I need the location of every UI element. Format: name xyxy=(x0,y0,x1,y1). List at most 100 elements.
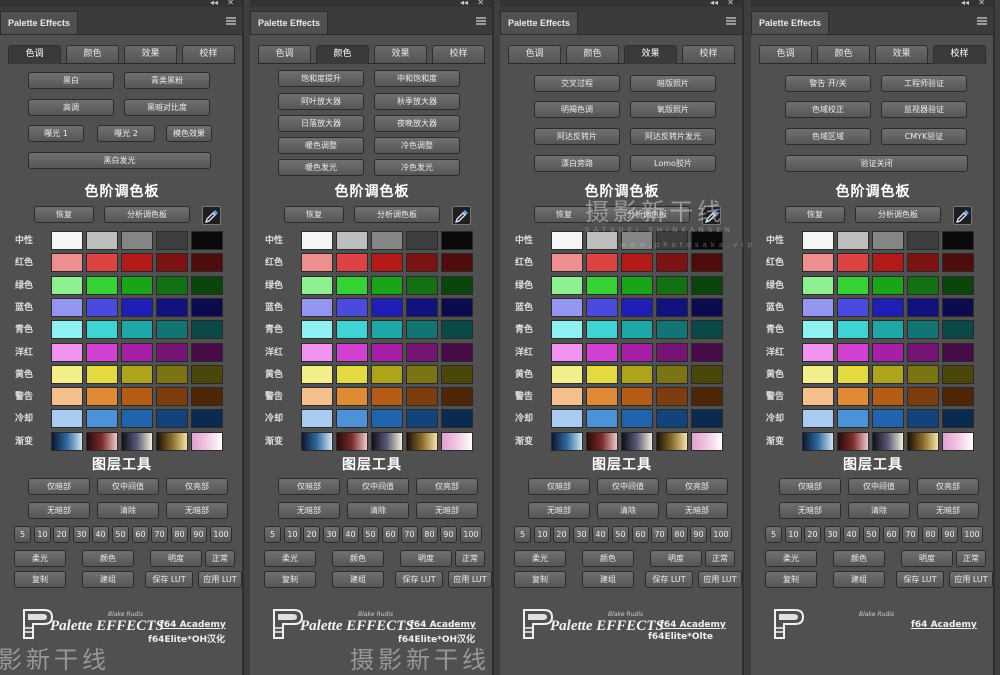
color-swatch[interactable] xyxy=(336,409,368,428)
color-swatch[interactable] xyxy=(441,409,473,428)
color-swatch[interactable] xyxy=(621,387,653,406)
color-swatch[interactable] xyxy=(837,387,869,406)
color-swatch[interactable] xyxy=(191,298,223,317)
color-swatch[interactable] xyxy=(51,276,83,295)
tab-2[interactable]: 效果 xyxy=(875,45,928,63)
tab-0[interactable]: 色调 xyxy=(8,45,61,64)
color-swatch[interactable] xyxy=(691,387,723,406)
color-swatch[interactable] xyxy=(942,387,974,406)
restore-button[interactable]: 恢复 xyxy=(785,206,845,223)
color-swatch[interactable] xyxy=(406,276,438,295)
preset-button[interactable]: 色域校正 xyxy=(785,101,871,118)
panel-title-tab[interactable]: Palette Effects xyxy=(751,11,830,34)
action-button[interactable]: 复制 xyxy=(765,571,817,588)
color-swatch[interactable] xyxy=(121,365,153,384)
opacity-button[interactable]: 5 xyxy=(765,526,782,543)
opacity-button[interactable]: 80 xyxy=(421,526,438,543)
color-swatch[interactable] xyxy=(336,231,368,250)
opacity-button[interactable]: 20 xyxy=(53,526,70,543)
color-swatch[interactable] xyxy=(441,253,473,272)
color-swatch[interactable] xyxy=(942,298,974,317)
color-swatch[interactable] xyxy=(691,343,723,362)
blend-mode-button[interactable]: 颜色 xyxy=(332,550,384,567)
color-swatch[interactable] xyxy=(191,387,223,406)
action-button[interactable]: 保存 LUT xyxy=(896,571,944,588)
blend-mode-button[interactable]: 正常 xyxy=(956,550,986,567)
color-swatch[interactable] xyxy=(621,409,653,428)
opacity-button[interactable]: 80 xyxy=(171,526,188,543)
color-swatch[interactable] xyxy=(121,253,153,272)
opacity-button[interactable]: 60 xyxy=(632,526,649,543)
color-swatch[interactable] xyxy=(802,343,834,362)
opacity-button[interactable]: 30 xyxy=(573,526,590,543)
color-swatch[interactable] xyxy=(336,387,368,406)
opacity-button[interactable]: 70 xyxy=(151,526,168,543)
color-swatch[interactable] xyxy=(872,343,904,362)
color-swatch[interactable] xyxy=(551,276,583,295)
layer-button[interactable]: 无暗部 xyxy=(166,502,228,519)
panel-title-tab[interactable]: Palette Effects xyxy=(250,11,329,34)
opacity-button[interactable]: 20 xyxy=(553,526,570,543)
action-button[interactable]: 建组 xyxy=(332,571,384,588)
layer-button[interactable]: 无暗部 xyxy=(416,502,478,519)
color-swatch[interactable] xyxy=(51,343,83,362)
color-swatch[interactable] xyxy=(802,298,834,317)
preset-button[interactable]: 秋季放大器 xyxy=(374,93,460,110)
color-swatch[interactable] xyxy=(586,253,618,272)
opacity-button[interactable]: 80 xyxy=(922,526,939,543)
action-button[interactable]: 应用 LUT xyxy=(198,571,242,588)
color-swatch[interactable] xyxy=(156,409,188,428)
color-swatch[interactable] xyxy=(551,231,583,250)
color-swatch[interactable] xyxy=(86,298,118,317)
color-swatch[interactable] xyxy=(371,365,403,384)
color-swatch[interactable] xyxy=(156,365,188,384)
color-swatch[interactable] xyxy=(837,231,869,250)
color-swatch[interactable] xyxy=(191,276,223,295)
preset-button[interactable]: 色域区域 xyxy=(785,128,871,145)
color-swatch[interactable] xyxy=(156,432,188,451)
color-swatch[interactable] xyxy=(586,298,618,317)
color-swatch[interactable] xyxy=(191,432,223,451)
color-swatch[interactable] xyxy=(907,298,939,317)
opacity-button[interactable]: 30 xyxy=(73,526,90,543)
preset-button[interactable]: 青类黑粉 xyxy=(124,72,210,89)
layer-button[interactable]: 无暗部 xyxy=(779,502,841,519)
blend-mode-button[interactable]: 柔光 xyxy=(765,550,817,567)
color-swatch[interactable] xyxy=(621,276,653,295)
color-swatch[interactable] xyxy=(872,276,904,295)
analyze-palette-button[interactable]: 分析调色板 xyxy=(354,206,440,223)
layer-button[interactable]: 仅中间值 xyxy=(97,478,159,495)
opacity-button[interactable]: 60 xyxy=(132,526,149,543)
color-swatch[interactable] xyxy=(51,432,83,451)
layer-button[interactable]: 仅亮部 xyxy=(416,478,478,495)
color-swatch[interactable] xyxy=(802,253,834,272)
opacity-button[interactable]: 50 xyxy=(112,526,129,543)
opacity-button[interactable]: 60 xyxy=(883,526,900,543)
preset-button[interactable]: 明褐色调 xyxy=(534,101,620,118)
color-swatch[interactable] xyxy=(156,253,188,272)
action-button[interactable]: 应用 LUT xyxy=(698,571,742,588)
color-swatch[interactable] xyxy=(301,253,333,272)
color-swatch[interactable] xyxy=(336,365,368,384)
color-swatch[interactable] xyxy=(191,409,223,428)
color-swatch[interactable] xyxy=(872,231,904,250)
color-swatch[interactable] xyxy=(656,365,688,384)
opacity-button[interactable]: 5 xyxy=(514,526,531,543)
color-swatch[interactable] xyxy=(441,343,473,362)
color-swatch[interactable] xyxy=(942,253,974,272)
analyze-palette-button[interactable]: 分析调色板 xyxy=(855,206,941,223)
layer-button[interactable]: 无暗部 xyxy=(278,502,340,519)
color-swatch[interactable] xyxy=(156,343,188,362)
tab-1[interactable]: 颜色 xyxy=(566,45,619,63)
blend-mode-button[interactable]: 明度 xyxy=(650,550,702,567)
color-swatch[interactable] xyxy=(121,409,153,428)
color-swatch[interactable] xyxy=(156,320,188,339)
preset-button[interactable]: 监视器验证 xyxy=(881,101,967,118)
eyedropper-icon[interactable] xyxy=(202,206,221,225)
color-swatch[interactable] xyxy=(406,432,438,451)
color-swatch[interactable] xyxy=(121,298,153,317)
color-swatch[interactable] xyxy=(371,231,403,250)
color-swatch[interactable] xyxy=(942,365,974,384)
color-swatch[interactable] xyxy=(86,253,118,272)
color-swatch[interactable] xyxy=(586,409,618,428)
